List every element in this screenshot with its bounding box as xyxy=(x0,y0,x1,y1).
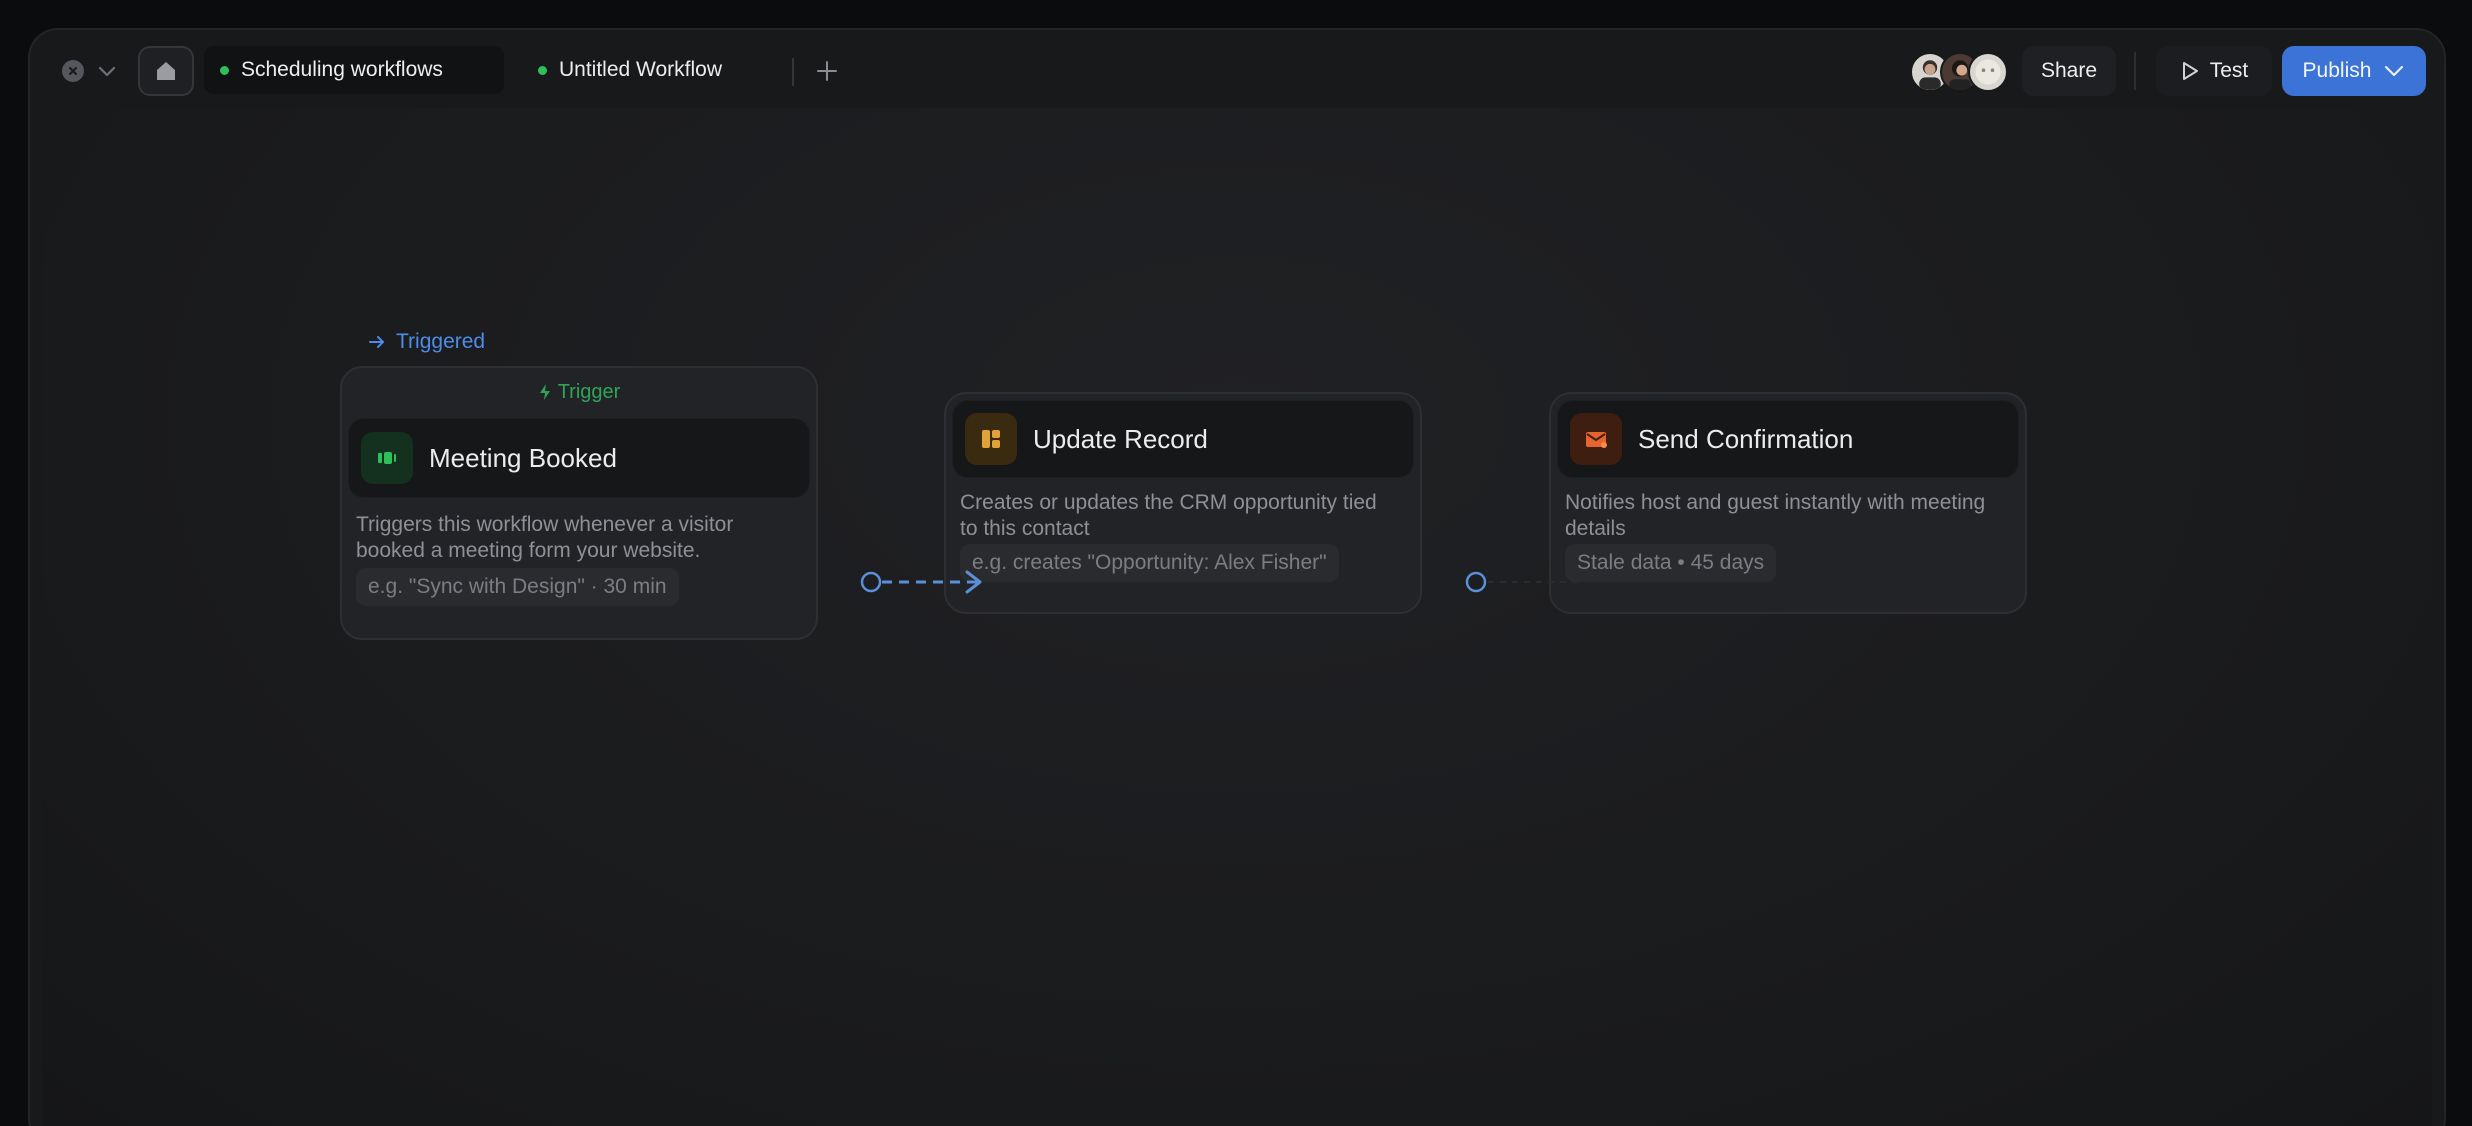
status-dot xyxy=(220,65,229,75)
share-label: Share xyxy=(2040,59,2098,82)
trigger-card[interactable]: Trigger Meeting Booked Triggers this wor… xyxy=(340,366,818,640)
tab-divider xyxy=(792,58,794,86)
play-icon xyxy=(2182,62,2198,80)
card-title-row: Update Record xyxy=(952,400,1414,478)
chevron-down-icon xyxy=(2385,65,2404,77)
mail-icon xyxy=(1570,413,1622,465)
card-title: Update Record xyxy=(1033,423,1208,454)
share-button[interactable]: Share xyxy=(2022,46,2116,96)
card-example-chip: e.g. creates "Opportunity: Alex Fisher" xyxy=(960,544,1339,582)
trigger-header: Trigger xyxy=(342,368,816,416)
triggered-label: Triggered xyxy=(368,330,485,354)
card-title-row: Meeting Booked xyxy=(348,418,810,498)
chevron-down-icon[interactable] xyxy=(96,62,118,80)
trigger-header-label: Trigger xyxy=(557,380,621,403)
add-tab-icon[interactable] xyxy=(812,56,842,86)
update-record-card[interactable]: Update Record Creates or updates the CRM… xyxy=(944,392,1422,614)
card-example-chip: e.g. "Sync with Design" · 30 min xyxy=(356,568,679,606)
collaborator-avatars[interactable] xyxy=(1910,52,2010,92)
home-button[interactable] xyxy=(138,46,194,96)
top-bar: Scheduling workflows Untitled Workflow S… xyxy=(30,30,2444,106)
close-icon[interactable] xyxy=(62,60,84,82)
test-label: Test xyxy=(2209,59,2249,82)
publish-label: Publish xyxy=(2302,59,2372,82)
card-description: Creates or updates the CRM opportunity t… xyxy=(960,491,1377,540)
card-title: Meeting Booked xyxy=(429,442,617,473)
test-button[interactable]: Test xyxy=(2156,46,2272,96)
table-icon xyxy=(965,413,1017,465)
tab-label: Scheduling workflows xyxy=(241,58,443,81)
home-icon xyxy=(157,62,175,80)
card-title: Send Confirmation xyxy=(1638,423,1854,454)
arrow-right-icon xyxy=(369,336,384,348)
bolt-icon xyxy=(539,384,550,400)
card-title-row: Send Confirmation xyxy=(1557,400,2019,478)
status-dot xyxy=(538,65,547,75)
tab-untitled-workflow[interactable]: Untitled Workflow xyxy=(522,46,782,94)
tab-label: Untitled Workflow xyxy=(559,58,722,81)
card-description: Triggers this workflow whenever a visito… xyxy=(356,513,734,562)
tab-scheduling-workflows[interactable]: Scheduling workflows xyxy=(204,46,504,94)
triggered-text: Triggered xyxy=(396,330,486,353)
card-example-chip: Stale data • 45 days xyxy=(1565,544,1777,582)
meeting-icon xyxy=(361,432,413,484)
publish-button[interactable]: Publish xyxy=(2282,46,2426,96)
card-description: Notifies host and guest instantly with m… xyxy=(1565,491,1986,540)
avatar[interactable] xyxy=(1968,52,2008,92)
toolbar-divider xyxy=(2134,52,2136,90)
send-confirmation-card[interactable]: Send Confirmation Notifies host and gues… xyxy=(1549,392,2027,614)
